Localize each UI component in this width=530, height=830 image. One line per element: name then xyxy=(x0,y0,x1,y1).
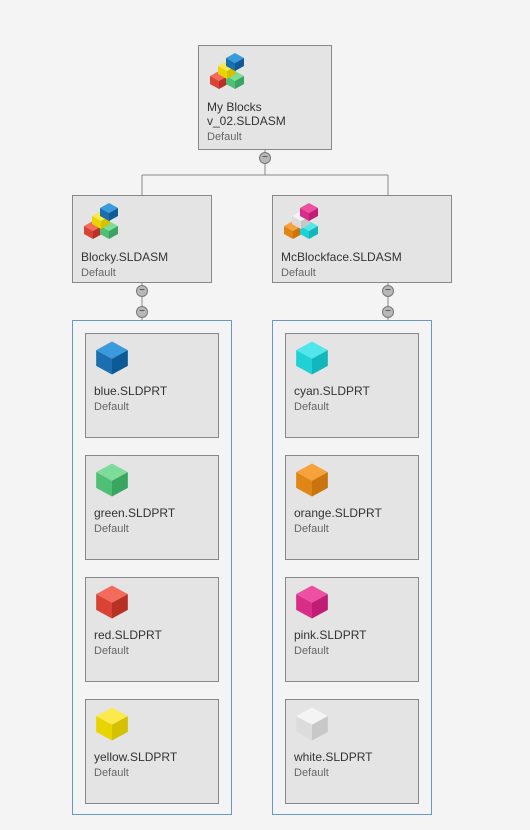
node-config: Default xyxy=(281,267,443,279)
node-config: Default xyxy=(94,523,210,535)
part-cube-icon xyxy=(294,340,410,381)
part-cube-icon xyxy=(94,462,210,503)
assembly-node-sub1[interactable]: Blocky.SLDASM Default xyxy=(72,195,212,283)
part-node[interactable]: white.SLDPRT Default xyxy=(285,699,419,804)
node-config: Default xyxy=(94,767,210,779)
part-node[interactable]: yellow.SLDPRT Default xyxy=(85,699,219,804)
assembly-node-root[interactable]: My Blocks v_02.SLDASM Default xyxy=(198,45,332,150)
node-config: Default xyxy=(294,767,410,779)
part-node[interactable]: green.SLDPRT Default xyxy=(85,455,219,560)
collapse-toggle-sub1[interactable]: − xyxy=(136,285,148,297)
assembly-icon xyxy=(81,202,203,247)
node-config: Default xyxy=(294,401,410,413)
part-cube-icon xyxy=(294,462,410,503)
part-cube-icon xyxy=(294,584,410,625)
node-config: Default xyxy=(94,401,210,413)
node-config: Default xyxy=(81,267,203,279)
collapse-toggle-root[interactable]: − xyxy=(259,152,271,164)
node-title: pink.SLDPRT xyxy=(294,629,410,643)
assembly-icon xyxy=(207,52,323,97)
part-cube-icon xyxy=(94,706,210,747)
node-config: Default xyxy=(94,645,210,657)
part-node[interactable]: red.SLDPRT Default xyxy=(85,577,219,682)
node-config: Default xyxy=(294,645,410,657)
node-title: yellow.SLDPRT xyxy=(94,751,210,765)
node-title: green.SLDPRT xyxy=(94,507,210,521)
node-config: Default xyxy=(294,523,410,535)
node-config: Default xyxy=(207,131,323,143)
node-title: orange.SLDPRT xyxy=(294,507,410,521)
part-cube-icon xyxy=(94,340,210,381)
part-node[interactable]: orange.SLDPRT Default xyxy=(285,455,419,560)
part-node[interactable]: blue.SLDPRT Default xyxy=(85,333,219,438)
node-title: blue.SLDPRT xyxy=(94,385,210,399)
node-title: red.SLDPRT xyxy=(94,629,210,643)
part-node[interactable]: pink.SLDPRT Default xyxy=(285,577,419,682)
part-cube-icon xyxy=(294,706,410,747)
node-title: cyan.SLDPRT xyxy=(294,385,410,399)
collapse-toggle-sub2[interactable]: − xyxy=(382,285,394,297)
assembly-tree-canvas: − − − − − My Blocks v_02.SLDASM Default … xyxy=(0,0,530,830)
node-title: Blocky.SLDASM xyxy=(81,251,203,265)
collapse-toggle-group2[interactable]: − xyxy=(382,306,394,318)
node-title: McBlockface.SLDASM xyxy=(281,251,443,265)
node-title: My Blocks v_02.SLDASM xyxy=(207,101,323,129)
collapse-toggle-group1[interactable]: − xyxy=(136,306,148,318)
part-cube-icon xyxy=(94,584,210,625)
assembly-node-sub2[interactable]: McBlockface.SLDASM Default xyxy=(272,195,452,283)
part-node[interactable]: cyan.SLDPRT Default xyxy=(285,333,419,438)
node-title: white.SLDPRT xyxy=(294,751,410,765)
assembly-icon xyxy=(281,202,443,247)
